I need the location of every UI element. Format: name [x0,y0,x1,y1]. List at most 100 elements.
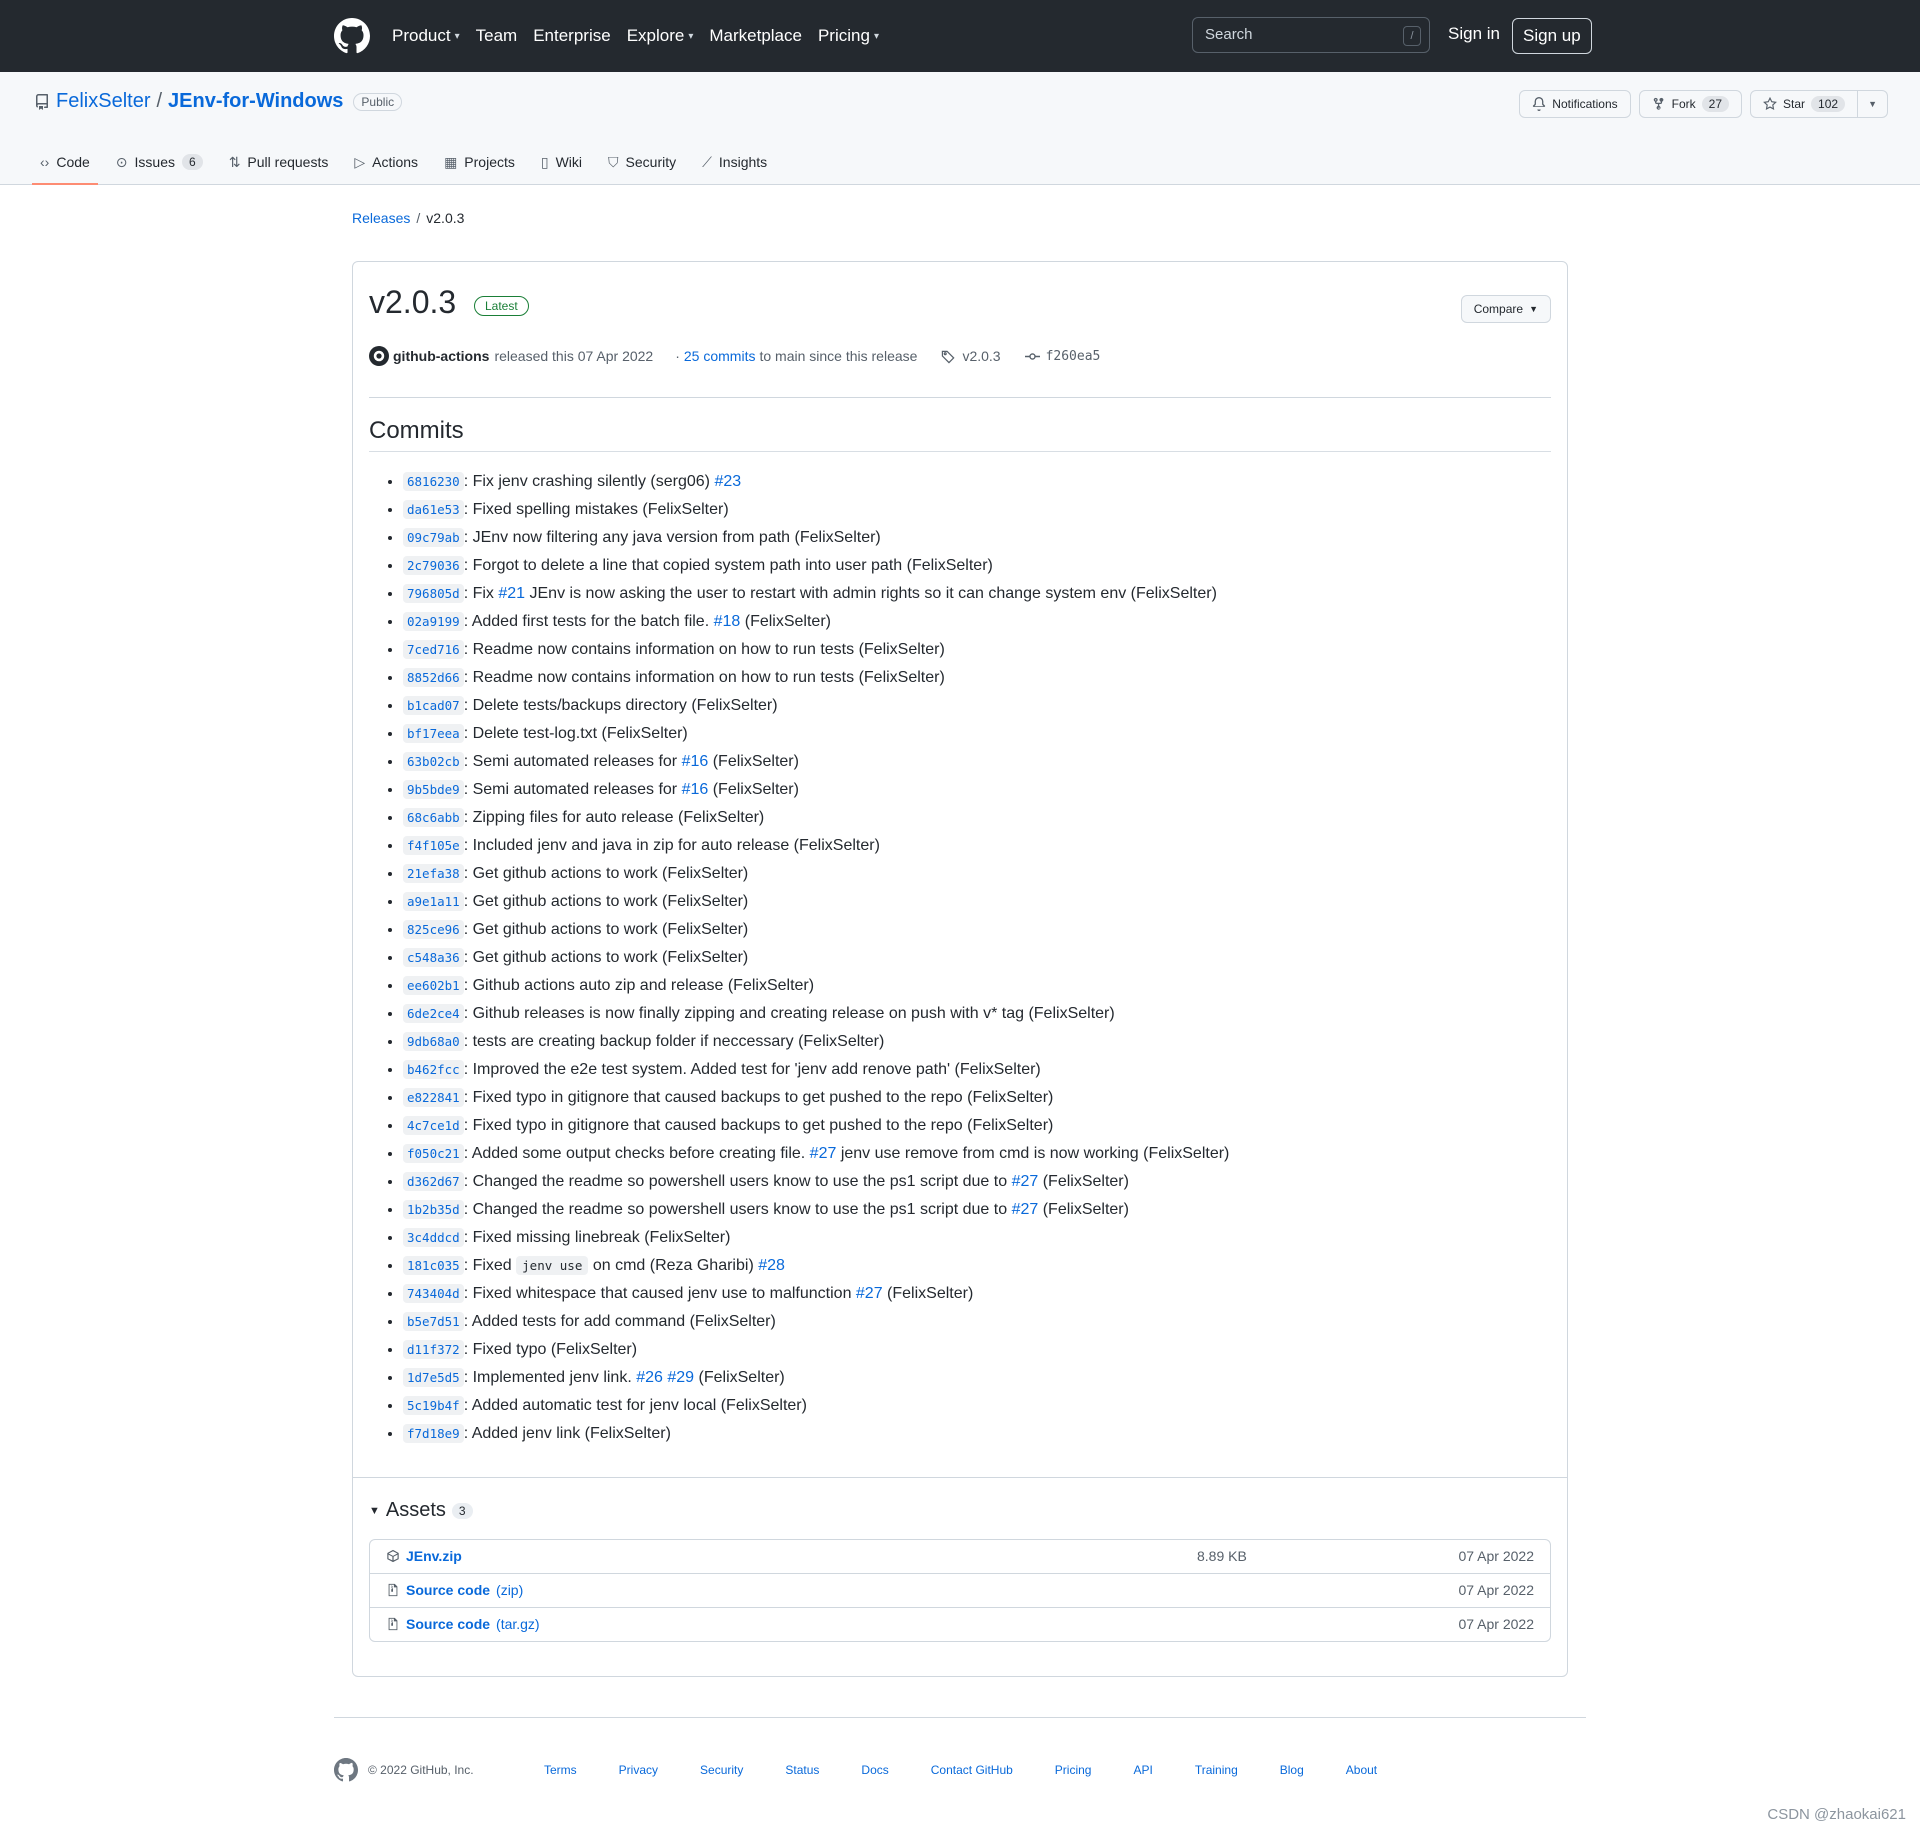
commit-list-item: d11f372: Fixed typo (FelixSelter) [403,1336,1229,1364]
issue-reference-link[interactable]: #16 [682,753,709,770]
issue-reference-link[interactable]: #27 [856,1285,883,1302]
commit-sha-link[interactable]: 9db68a0 [403,1032,464,1051]
footer-link-contact-github[interactable]: Contact GitHub [931,1763,1013,1777]
issue-reference-link[interactable]: #21 [498,585,525,602]
issue-reference-link[interactable]: #26 [636,1369,663,1386]
footer-link-terms[interactable]: Terms [544,1763,577,1777]
commit-sha-link[interactable]: 02a9199 [403,612,464,631]
top-nav-item-marketplace[interactable]: Marketplace [709,26,802,46]
commit-sha-link[interactable]: 796805d [403,584,464,603]
top-nav-item-product[interactable]: Product ▾ [392,26,460,46]
commit-sha-link[interactable]: a9e1a11 [403,892,464,911]
footer-link-training[interactable]: Training [1195,1763,1238,1777]
commit-message-text: : tests are creating backup folder if ne… [463,1033,885,1050]
commit-sha-link[interactable]: 09c79ab [403,528,464,547]
top-nav-item-explore[interactable]: Explore ▾ [627,26,694,46]
footer-link-blog[interactable]: Blog [1280,1763,1304,1777]
star-list-dropdown[interactable]: ▼ [1858,90,1888,118]
commit-sha-link[interactable]: 8852d66 [403,668,464,687]
top-nav-item-pricing[interactable]: Pricing ▾ [818,26,879,46]
commit-sha-link[interactable]: b462fcc [403,1060,464,1079]
tab-actions[interactable]: ▷ Actions [346,140,426,184]
tab-issues[interactable]: ⊙ Issues 6 [108,140,211,184]
top-nav-item-enterprise[interactable]: Enterprise [533,26,610,46]
tab-wiki[interactable]: ▯ Wiki [533,140,590,184]
assets-toggle[interactable]: ▼ Assets 3 [369,1499,473,1522]
release-title: v2.0.3 [369,284,457,320]
commit-sha-link[interactable]: d11f372 [403,1340,464,1359]
github-actions-avatar[interactable] [369,346,389,366]
commit-sha-link[interactable]: ee602b1 [403,976,464,995]
commit-sha-link[interactable]: 4c7ce1d [403,1116,464,1135]
github-logo-icon[interactable] [334,1758,358,1782]
repo-owner-link[interactable]: FelixSelter [56,90,150,113]
commit-sha-link[interactable]: 3c4ddcd [403,1228,464,1247]
fork-button[interactable]: Fork 27 [1638,90,1743,118]
commit-sha-link[interactable]: 68c6abb [403,808,464,827]
table-icon: ▦ [444,153,458,170]
commit-sha-link[interactable]: e822841 [403,1088,464,1107]
commit-list: 6816230: Fix jenv crashing silently (ser… [369,468,1229,1448]
notifications-button[interactable]: Notifications [1519,90,1631,118]
commit-sha-link[interactable]: 9b5bde9 [403,780,464,799]
commit-sha-link[interactable]: bf17eea [403,724,464,743]
tab-insights[interactable]: ⟋ Insights [694,140,775,184]
footer-link-about[interactable]: About [1346,1763,1377,1777]
star-button[interactable]: Star 102 [1750,90,1859,118]
commit-sha-link[interactable]: f4f105e [403,836,464,855]
top-nav-item-team[interactable]: Team [476,26,518,46]
commit-sha-link[interactable]: f050c21 [403,1144,464,1163]
issue-reference-link[interactable]: #27 [810,1145,837,1162]
commit-sha-link[interactable]: da61e53 [403,500,464,519]
commit-sha-link[interactable]: d362d67 [403,1172,464,1191]
commits-since-link[interactable]: 25 commits [684,348,756,364]
sign-in-link[interactable]: Sign in [1448,24,1500,44]
commit-sha-link[interactable]: b5e7d51 [403,1312,464,1331]
commit-sha-link[interactable]: f7d18e9 [403,1424,464,1443]
issue-reference-link[interactable]: #16 [682,781,709,798]
tab-projects[interactable]: ▦ Projects [436,140,523,184]
footer-link-privacy[interactable]: Privacy [619,1763,658,1777]
commit-sha-link[interactable]: 21efa38 [403,864,464,883]
compare-button[interactable]: Compare ▼ [1460,295,1551,323]
footer-link-status[interactable]: Status [785,1763,819,1777]
sign-up-button[interactable]: Sign up [1512,18,1592,54]
releases-link[interactable]: Releases [352,210,410,226]
commit-sha-link[interactable]: 2c79036 [403,556,464,575]
release-commit[interactable]: f260ea5 [1024,349,1100,364]
release-tag[interactable]: v2.0.3 [941,348,1001,364]
commit-sha-link[interactable]: 6de2ce4 [403,1004,464,1023]
commit-sha-link[interactable]: c548a36 [403,948,464,967]
github-logo-icon[interactable] [334,18,370,54]
issue-reference-link[interactable]: #28 [758,1257,785,1274]
tab-code[interactable]: ‹› Code [32,140,98,185]
footer-link-pricing[interactable]: Pricing [1055,1763,1092,1777]
commit-sha-link[interactable]: 7ced716 [403,640,464,659]
commit-sha-link[interactable]: 6816230 [403,472,464,491]
commit-sha-link[interactable]: 181c035 [403,1256,464,1275]
asset-download-link[interactable]: JEnv.zip [406,1548,462,1564]
tab-pull-requests[interactable]: ⇅ Pull requests [221,140,337,184]
repo-header: FelixSelter / JEnv-for-Windows Public No… [0,72,1920,185]
footer-link-security[interactable]: Security [700,1763,743,1777]
issue-reference-link[interactable]: #18 [714,613,741,630]
issue-reference-link[interactable]: #27 [1012,1201,1039,1218]
commit-sha-link[interactable]: b1cad07 [403,696,464,715]
commit-sha-link[interactable]: 5c19b4f [403,1396,464,1415]
release-author-link[interactable]: github-actions [393,348,489,364]
commit-sha-link[interactable]: 825ce96 [403,920,464,939]
issue-reference-link[interactable]: #27 [1012,1173,1039,1190]
footer-link-docs[interactable]: Docs [861,1763,888,1777]
commit-sha-link[interactable]: 1b2b35d [403,1200,464,1219]
commit-sha-link[interactable]: 63b02cb [403,752,464,771]
search-input[interactable]: Search / [1192,17,1430,53]
issue-reference-link[interactable]: #29 [667,1369,694,1386]
asset-download-link[interactable]: Source code (zip) [406,1582,523,1598]
asset-download-link[interactable]: Source code (tar.gz) [406,1616,540,1632]
commit-sha-link[interactable]: 743404d [403,1284,464,1303]
repo-name-link[interactable]: JEnv-for-Windows [168,90,343,113]
commit-sha-link[interactable]: 1d7e5d5 [403,1368,464,1387]
footer-link-api[interactable]: API [1133,1763,1152,1777]
tab-security[interactable]: ⛉ Security [600,140,684,184]
issue-reference-link[interactable]: #23 [714,473,741,490]
